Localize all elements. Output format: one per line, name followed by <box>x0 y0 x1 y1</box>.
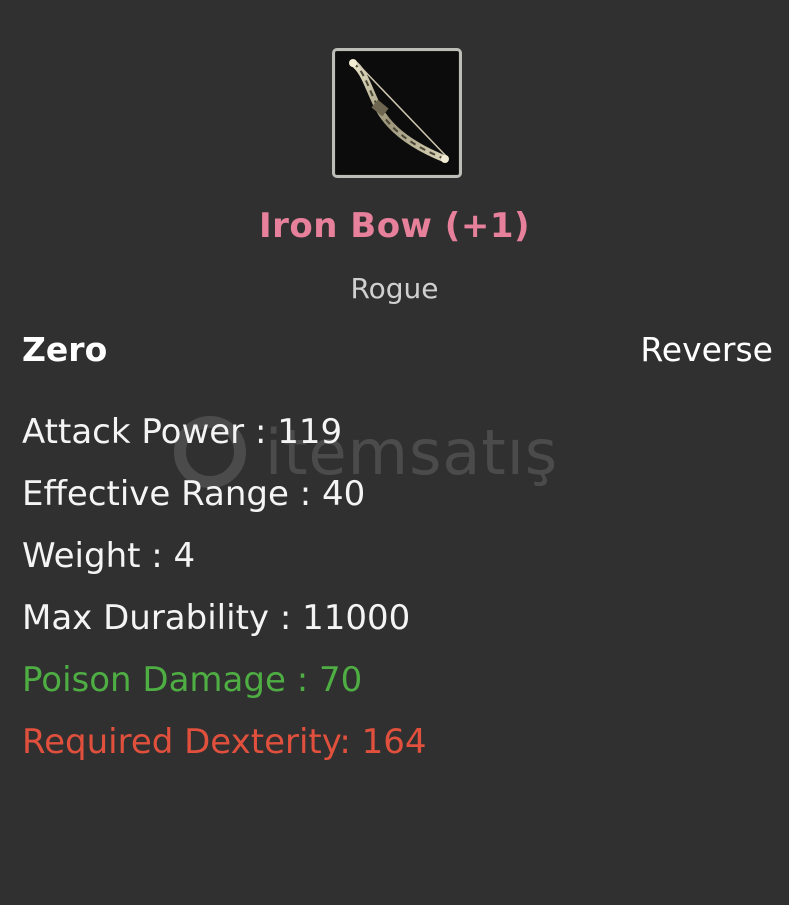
stat-attack-power: Attack Power : 119 <box>22 412 343 452</box>
stat-required-dexterity: Required Dexterity: 164 <box>22 722 427 762</box>
stat-poison-damage: Poison Damage : 70 <box>22 660 363 700</box>
stat-weight: Weight : 4 <box>22 536 196 576</box>
item-tooltip: Iron Bow (+1) Rogue Zero Reverse itemsat… <box>0 0 789 905</box>
item-tag-right: Reverse <box>640 330 773 369</box>
item-tag-left: Zero <box>22 330 108 369</box>
item-name: Iron Bow (+1) <box>258 206 531 246</box>
item-class: Rogue <box>350 272 439 305</box>
bow-icon <box>349 59 449 163</box>
stat-max-durability: Max Durability : 11000 <box>22 598 411 638</box>
stat-effective-range: Effective Range : 40 <box>22 474 366 514</box>
stats-list: Attack Power : 119 Effective Range : 40 … <box>22 406 427 778</box>
item-icon-frame <box>332 48 462 178</box>
